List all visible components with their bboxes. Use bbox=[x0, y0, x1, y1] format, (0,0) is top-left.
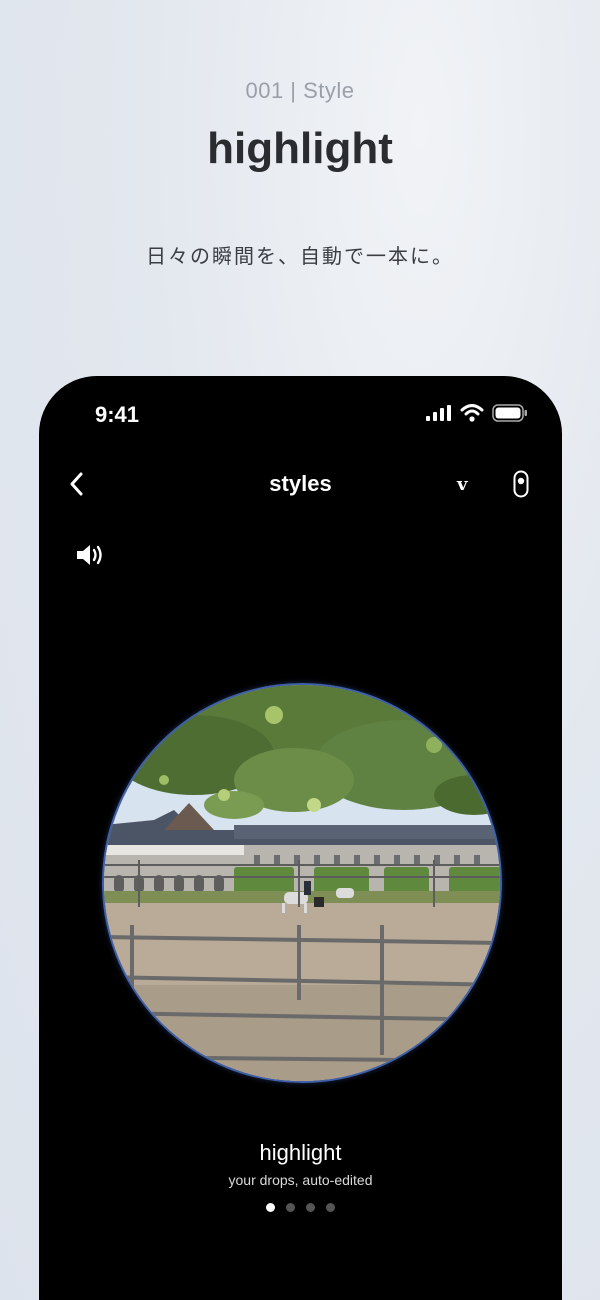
preview-image bbox=[104, 685, 500, 1081]
promo-label: 001 | Style bbox=[245, 78, 355, 103]
page-dot[interactable] bbox=[326, 1203, 335, 1212]
style-preview-video[interactable] bbox=[102, 683, 502, 1083]
remote-device-icon[interactable] bbox=[513, 470, 529, 498]
page-dot[interactable] bbox=[306, 1203, 315, 1212]
promo-title: highlight bbox=[207, 124, 393, 173]
page-indicator bbox=[39, 1203, 562, 1212]
signal-icon bbox=[426, 405, 451, 421]
v-button[interactable]: v bbox=[457, 474, 467, 495]
nav-title: styles bbox=[269, 471, 332, 496]
page-dot[interactable] bbox=[266, 1203, 275, 1212]
status-time: 9:41 bbox=[95, 402, 140, 427]
wifi-icon bbox=[460, 404, 484, 422]
status-icons bbox=[426, 404, 528, 422]
phone-screen: 9:41 styles v highlight your drops, auto… bbox=[39, 376, 562, 1300]
style-description: your drops, auto-edited bbox=[228, 1172, 373, 1188]
page-dot[interactable] bbox=[286, 1203, 295, 1212]
speaker-icon[interactable] bbox=[75, 542, 107, 568]
promo-tagline: 日々の瞬間を、自動で一本に。 bbox=[146, 244, 454, 268]
battery-icon bbox=[492, 404, 527, 422]
style-name: highlight bbox=[259, 1140, 342, 1165]
